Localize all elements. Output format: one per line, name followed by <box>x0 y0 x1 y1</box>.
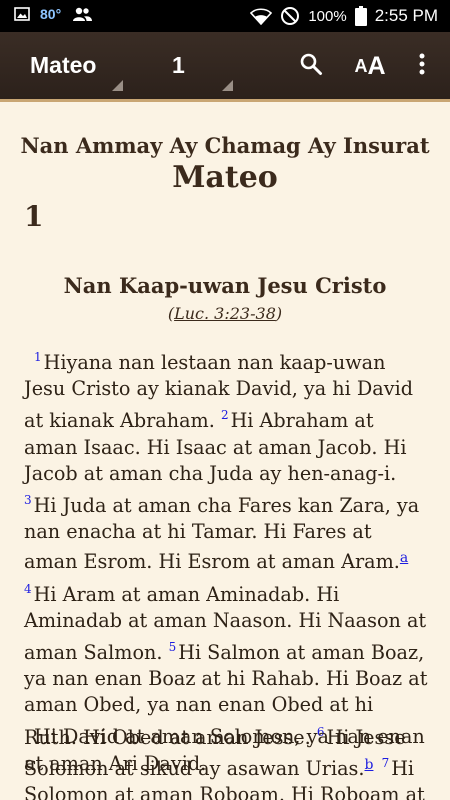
verse-number[interactable]: 5 <box>169 640 177 654</box>
section-heading: Nan Kaap-uwan Jesu Cristo <box>63 273 387 298</box>
cross-reference: (Luc. 3:23-38) <box>0 304 450 323</box>
verse-number[interactable]: 7 <box>382 756 390 770</box>
clock: 2:55 PM <box>374 6 438 25</box>
verse-number[interactable]: 4 <box>24 582 32 596</box>
chapter-selector[interactable]: 1 <box>172 52 185 79</box>
bible-title: Nan Ammay Ay Chamag Ay Insurat <box>20 133 430 158</box>
font-size-small-glyph: A <box>354 55 368 76</box>
verse-number[interactable]: 2 <box>221 408 229 422</box>
font-size-button[interactable]: AA <box>352 48 388 84</box>
wifi-icon <box>250 7 273 25</box>
footnote-marker[interactable]: b <box>364 757 373 773</box>
footnote-marker[interactable]: a <box>400 550 408 566</box>
verse-number[interactable]: 1 <box>34 350 42 364</box>
scripture-view[interactable]: Nan Ammay Ay Chamag Ay Insurat Mateo 1 N… <box>0 105 450 800</box>
temperature-label: 80° <box>40 6 62 22</box>
image-icon <box>14 6 30 22</box>
search-icon <box>299 52 323 80</box>
book-heading: Mateo <box>172 160 278 195</box>
status-bar: 80° 100% 2:55 PM <box>0 0 450 32</box>
cross-reference-close: ) <box>275 304 283 323</box>
paragraph: 1 Hiyana nan lestaan nan kaap-uwan Jesu C… <box>24 344 428 777</box>
people-icon <box>71 6 93 22</box>
verse-number[interactable]: 3 <box>24 493 32 507</box>
battery-icon <box>354 6 367 26</box>
cross-reference-link[interactable]: Luc. 3:23-38 <box>174 304 276 323</box>
book-selector[interactable]: Mateo <box>30 52 96 79</box>
do-not-disturb-icon <box>280 6 300 26</box>
paragraph: Hi David at aman Solomon, ya nan enan So… <box>24 724 428 800</box>
app-bar: Mateo 1 AA <box>0 32 450 102</box>
book-dropdown-icon[interactable] <box>112 80 123 91</box>
search-button[interactable] <box>296 48 326 84</box>
overflow-menu-button[interactable] <box>412 48 432 84</box>
chapter-dropdown-icon[interactable] <box>222 80 233 91</box>
verse-text: Hi Juda at aman cha Fares kan Zara, ya n… <box>24 494 420 574</box>
chapter-number: 1 <box>24 200 44 233</box>
font-size-large-glyph: A <box>367 51 386 80</box>
more-vert-icon <box>419 53 425 79</box>
battery-percent: 100% <box>308 7 347 25</box>
